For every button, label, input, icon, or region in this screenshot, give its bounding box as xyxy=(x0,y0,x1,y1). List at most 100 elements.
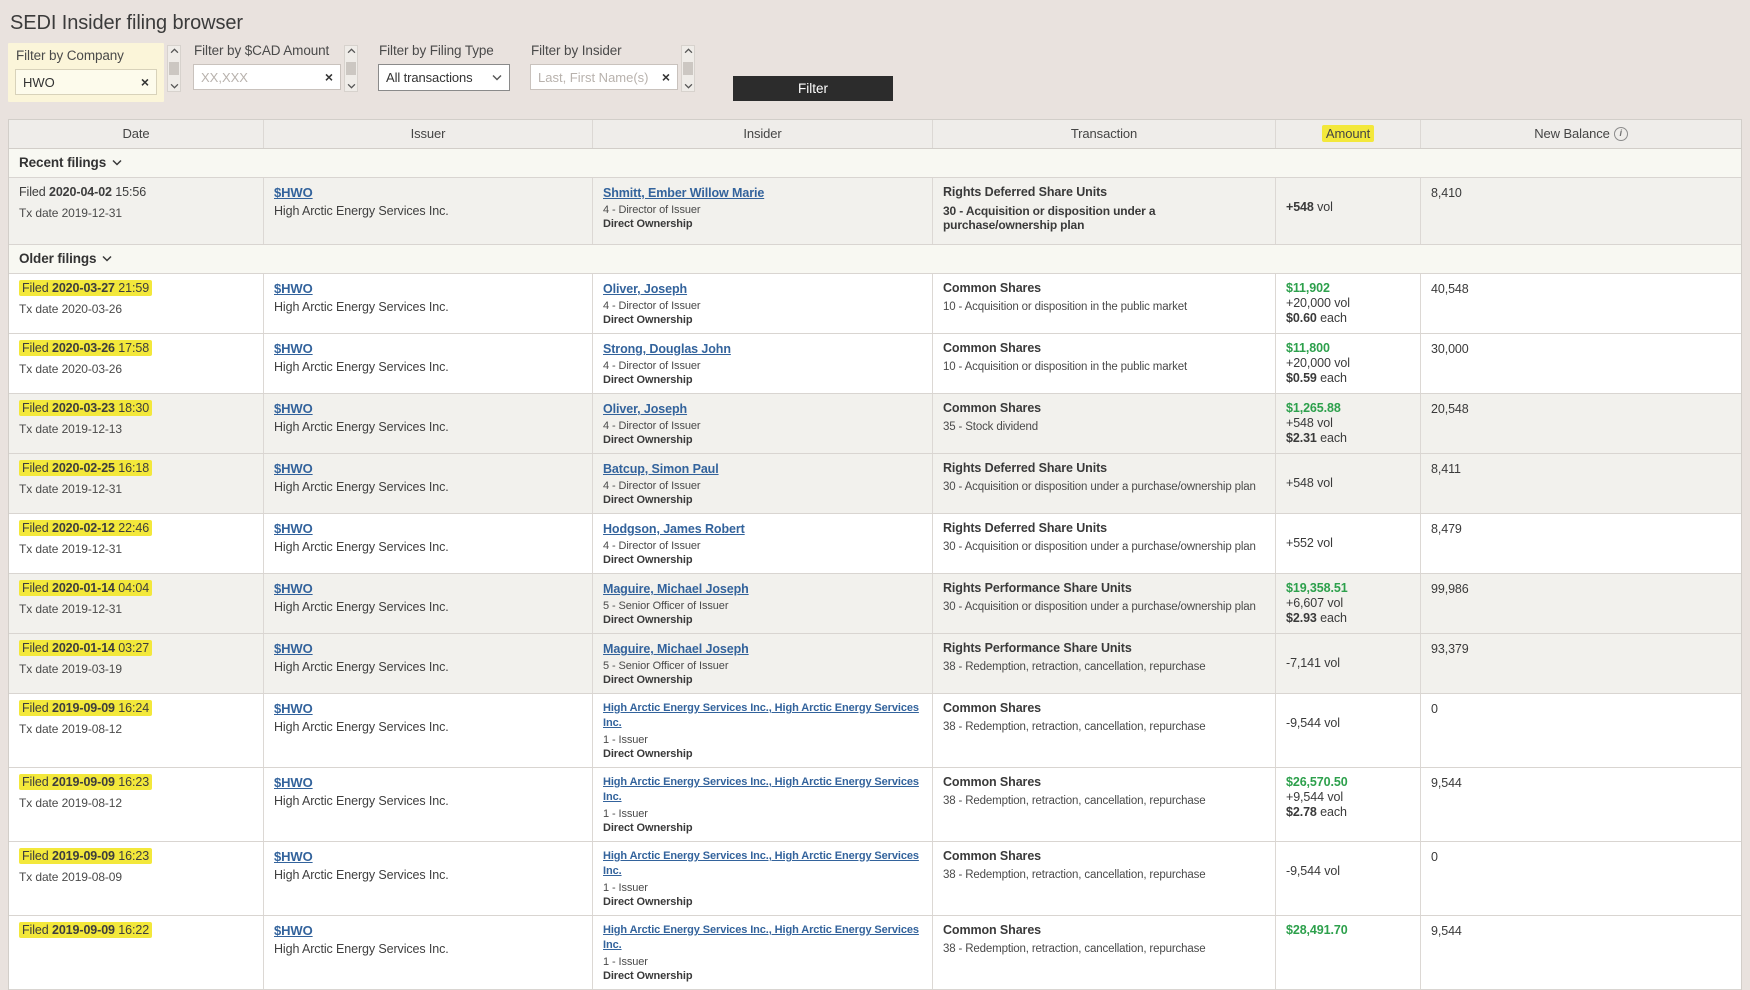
amount-clear-icon[interactable]: × xyxy=(322,70,336,84)
filed-date-line: Filed 2019-09-09 16:22 xyxy=(19,923,253,938)
section-header[interactable]: Older filings xyxy=(9,245,1741,274)
tx-date-line: Tx date 2020-03-26 xyxy=(19,362,253,377)
filter-company-label: Filter by Company xyxy=(16,48,157,63)
date-cell: Filed 2020-01-14 03:27 Tx date 2019-03-1… xyxy=(9,634,264,693)
security-name: Common Shares xyxy=(943,341,1265,356)
insider-name-link[interactable]: High Arctic Energy Services Inc., High A… xyxy=(603,849,922,879)
date-cell: Filed 2019-09-09 16:24 Tx date 2019-08-1… xyxy=(9,694,264,767)
ownership-type: Direct Ownership xyxy=(603,748,922,761)
insider-name-link[interactable]: High Arctic Energy Services Inc., High A… xyxy=(603,775,922,805)
cad-amount-filter-input[interactable] xyxy=(201,70,322,85)
new-balance-value: 20,548 xyxy=(1431,402,1469,416)
issuer-ticker-link[interactable]: $HWO xyxy=(274,923,313,938)
amount-price-line: $0.59 each xyxy=(1286,371,1410,386)
amount-value-line xyxy=(1286,641,1410,656)
date-cell: Filed 2019-09-09 16:22 Tx date xyxy=(9,916,264,989)
issuer-ticker-link[interactable]: $HWO xyxy=(274,581,313,596)
filing-type-selected-value: All transactions xyxy=(386,70,473,85)
chevron-down-icon[interactable] xyxy=(684,83,693,89)
issuer-name: High Arctic Energy Services Inc. xyxy=(274,720,582,735)
section-header[interactable]: Recent filings xyxy=(9,149,1741,178)
new-balance-value: 9,544 xyxy=(1431,924,1462,938)
insider-name-link[interactable]: Shmitt, Ember Willow Marie xyxy=(603,186,764,201)
info-icon[interactable]: i xyxy=(1614,127,1628,141)
column-header-date: Date xyxy=(9,120,264,148)
issuer-ticker-link[interactable]: $HWO xyxy=(274,701,313,716)
amount-volume-line: +552 vol xyxy=(1286,536,1410,551)
amount-volume-line: +548 vol xyxy=(1286,476,1410,491)
ownership-type: Direct Ownership xyxy=(603,970,922,983)
new-balance-cell: 20,548 xyxy=(1421,394,1741,453)
company-filter-input[interactable] xyxy=(23,75,138,90)
insider-cell: Oliver, Joseph 4 - Director of Issuer Di… xyxy=(593,394,933,453)
insider-name-link[interactable]: Oliver, Joseph xyxy=(603,282,687,297)
tx-date-line: Tx date 2019-08-12 xyxy=(19,796,253,811)
amount-input-wrap: × xyxy=(193,64,341,90)
issuer-ticker-link[interactable]: $HWO xyxy=(274,185,313,200)
spinner-thumb[interactable] xyxy=(346,62,356,75)
issuer-cell: $HWO High Arctic Energy Services Inc. xyxy=(264,694,593,767)
chevron-down-icon[interactable] xyxy=(170,83,179,89)
insider-role: 4 - Director of Issuer xyxy=(603,420,922,433)
insider-name-link[interactable]: Strong, Douglas John xyxy=(603,342,731,357)
filing-row: Filed 2020-02-12 22:46 Tx date 2019-12-3… xyxy=(9,514,1741,574)
amount-header-highlight: Amount xyxy=(1322,125,1374,142)
chevron-up-icon[interactable] xyxy=(170,48,179,54)
insider-role: 4 - Director of Issuer xyxy=(603,300,922,313)
security-name: Common Shares xyxy=(943,849,1265,864)
filter-type-label: Filter by Filing Type xyxy=(379,43,510,58)
company-spinner[interactable] xyxy=(167,45,181,92)
insider-filter-input[interactable] xyxy=(538,70,659,85)
transaction-cell: Common Shares 10 - Acquisition or dispos… xyxy=(933,274,1276,333)
new-balance-value: 0 xyxy=(1431,702,1438,716)
transaction-type: 10 - Acquisition or disposition in the p… xyxy=(943,300,1265,314)
issuer-ticker-link[interactable]: $HWO xyxy=(274,849,313,864)
spinner-thumb[interactable] xyxy=(169,62,179,75)
insider-cell: Maguire, Michael Joseph 5 - Senior Offic… xyxy=(593,574,933,633)
insider-cell: High Arctic Energy Services Inc., High A… xyxy=(593,916,933,989)
issuer-name: High Arctic Energy Services Inc. xyxy=(274,360,582,375)
insider-name-link[interactable]: Hodgson, James Robert xyxy=(603,522,745,537)
transaction-cell: Common Shares 38 - Redemption, retractio… xyxy=(933,916,1276,989)
amount-spinner[interactable] xyxy=(344,45,358,92)
insider-name-link[interactable]: Maguire, Michael Joseph xyxy=(603,582,749,597)
transaction-type: 38 - Redemption, retraction, cancellatio… xyxy=(943,868,1265,882)
insider-name-link[interactable]: High Arctic Energy Services Inc., High A… xyxy=(603,923,922,953)
chevron-up-icon[interactable] xyxy=(347,48,356,54)
chevron-down-icon[interactable] xyxy=(347,83,356,89)
spinner-thumb[interactable] xyxy=(683,62,693,75)
amount-cell: -9,544 vol each xyxy=(1276,842,1421,915)
date-cell: Filed 2019-09-09 16:23 Tx date 2019-08-1… xyxy=(9,768,264,841)
insider-spinner[interactable] xyxy=(681,45,695,92)
issuer-cell: $HWO High Arctic Energy Services Inc. xyxy=(264,334,593,393)
issuer-cell: $HWO High Arctic Energy Services Inc. xyxy=(264,916,593,989)
new-balance-cell: 0 xyxy=(1421,694,1741,767)
tx-date-line: Tx date 2019-12-31 xyxy=(19,206,253,221)
issuer-ticker-link[interactable]: $HWO xyxy=(274,521,313,536)
filter-group-insider: Filter by Insider × xyxy=(530,43,678,102)
amount-price-line: $2.78 each xyxy=(1286,805,1410,820)
amount-value-line xyxy=(1286,701,1410,716)
insider-role: 1 - Issuer xyxy=(603,808,922,821)
security-name: Rights Deferred Share Units xyxy=(943,461,1265,476)
company-clear-icon[interactable]: × xyxy=(138,75,152,89)
security-name: Common Shares xyxy=(943,775,1265,790)
date-cell: Filed 2019-09-09 16:23 Tx date 2019-08-0… xyxy=(9,842,264,915)
insider-name-link[interactable]: Oliver, Joseph xyxy=(603,402,687,417)
issuer-ticker-link[interactable]: $HWO xyxy=(274,461,313,476)
insider-role: 4 - Director of Issuer xyxy=(603,540,922,553)
chevron-up-icon[interactable] xyxy=(684,48,693,54)
column-header-new-balance: New Balance i xyxy=(1421,120,1741,148)
issuer-ticker-link[interactable]: $HWO xyxy=(274,281,313,296)
issuer-ticker-link[interactable]: $HWO xyxy=(274,401,313,416)
insider-clear-icon[interactable]: × xyxy=(659,70,673,84)
insider-name-link[interactable]: High Arctic Energy Services Inc., High A… xyxy=(603,701,922,731)
issuer-ticker-link[interactable]: $HWO xyxy=(274,775,313,790)
insider-name-link[interactable]: Batcup, Simon Paul xyxy=(603,462,719,477)
insider-name-link[interactable]: Maguire, Michael Joseph xyxy=(603,642,749,657)
security-name: Rights Performance Share Units xyxy=(943,581,1265,596)
issuer-ticker-link[interactable]: $HWO xyxy=(274,341,313,356)
filing-type-select[interactable]: All transactions xyxy=(378,64,510,91)
issuer-ticker-link[interactable]: $HWO xyxy=(274,641,313,656)
filter-submit-button[interactable]: Filter xyxy=(733,76,893,101)
